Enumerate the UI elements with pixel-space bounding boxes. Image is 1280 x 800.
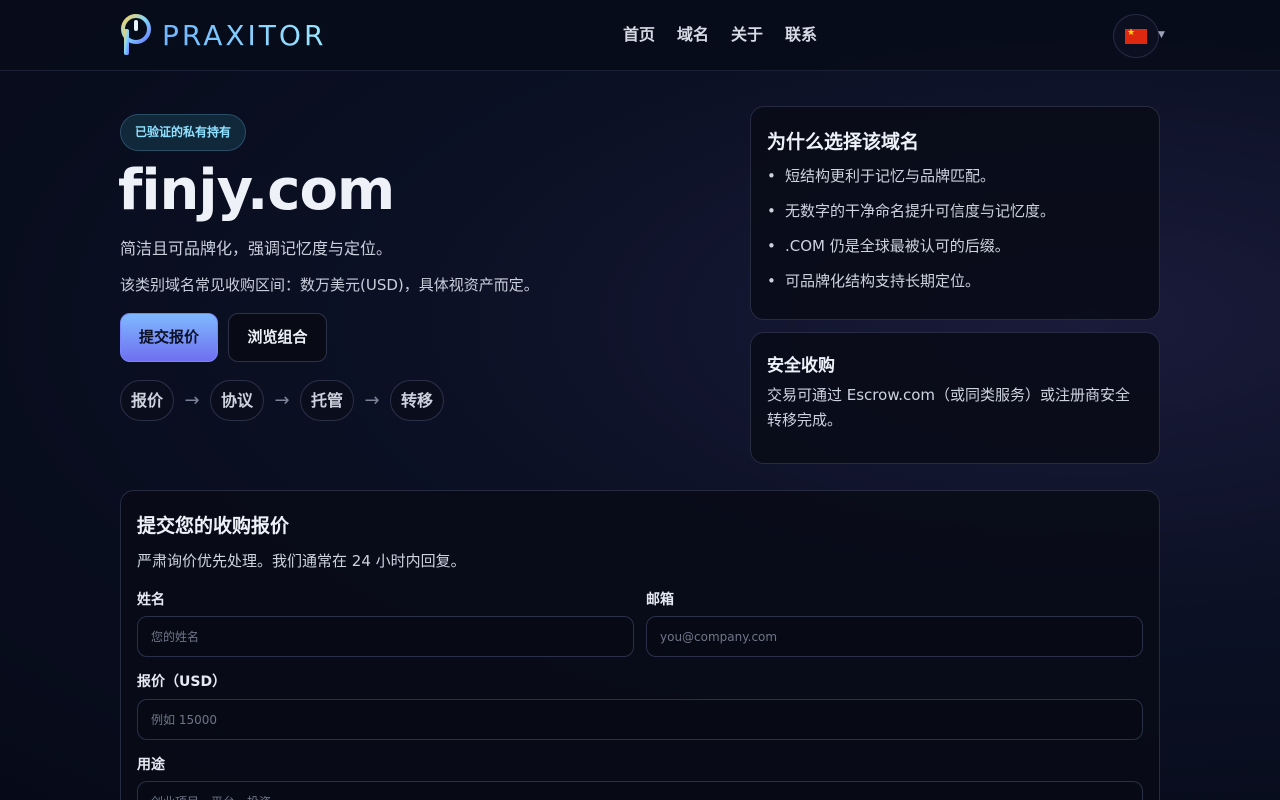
domain-title: finjy.com: [118, 158, 395, 223]
email-label: 邮箱: [646, 592, 674, 608]
list-item: 短结构更利于记忆与品牌匹配。: [767, 165, 1055, 200]
china-flag-icon: ★: [1125, 28, 1147, 44]
purpose-input[interactable]: [137, 781, 1143, 800]
list-item: 可品牌化结构支持长期定位。: [767, 270, 1055, 305]
purpose-label: 用途: [137, 757, 165, 773]
power-logo-icon: [120, 13, 154, 57]
browse-portfolio-button[interactable]: 浏览组合: [228, 313, 327, 362]
domain-tagline: 简洁且可品牌化，强调记忆度与定位。: [120, 239, 393, 258]
nav-about[interactable]: 关于: [731, 22, 763, 48]
email-input[interactable]: [646, 616, 1143, 657]
nav-domains[interactable]: 域名: [677, 22, 709, 48]
step-agreement: 协议: [210, 380, 265, 421]
brand-logo[interactable]: PRAXITOR: [120, 12, 326, 58]
arrow-right-icon: →: [184, 390, 200, 411]
form-subtitle: 严肃询价优先处理。我们通常在 24 小时内回复。: [137, 552, 466, 570]
arrow-right-icon: →: [364, 390, 380, 411]
process-steps: 报价 → 协议 → 托管 → 转移: [120, 380, 445, 421]
submit-offer-button[interactable]: 提交报价: [120, 313, 218, 362]
form-title: 提交您的收购报价: [137, 515, 290, 537]
step-transfer: 转移: [390, 380, 445, 421]
list-item: .COM 仍是全球最被认可的后缀。: [767, 235, 1055, 270]
arrow-right-icon: →: [274, 390, 290, 411]
list-item: 无数字的干净命名提升可信度与记忆度。: [767, 200, 1055, 235]
why-card-title: 为什么选择该域名: [767, 131, 920, 153]
name-input[interactable]: [137, 616, 634, 657]
offer-amount-input[interactable]: [137, 699, 1143, 740]
step-offer: 报价: [120, 380, 175, 421]
language-switcher[interactable]: ★: [1113, 14, 1159, 58]
top-header: PRAXITOR 首页 域名 关于 联系 ★ ▼: [0, 0, 1280, 71]
secure-card-text: 交易可通过 Escrow.com（或同类服务）或注册商安全转移完成。: [767, 386, 1131, 429]
step-escrow: 托管: [300, 380, 355, 421]
nav-contact[interactable]: 联系: [785, 22, 817, 48]
nav-home[interactable]: 首页: [623, 22, 655, 48]
why-list: 短结构更利于记忆与品牌匹配。 无数字的干净命名提升可信度与记忆度。 .COM 仍…: [767, 165, 1055, 305]
name-label: 姓名: [137, 592, 165, 608]
price-range-text: 该类别域名常见收购区间：数万美元(USD)，具体视资产而定。: [120, 276, 539, 294]
verified-badge: 已验证的私有持有: [120, 114, 247, 151]
secure-card-title: 安全收购: [767, 356, 835, 376]
brand-name: PRAXITOR: [162, 18, 327, 52]
chevron-down-icon[interactable]: ▼: [1158, 30, 1165, 40]
offer-label: 报价（USD）: [137, 674, 227, 690]
main-nav: 首页 域名 关于 联系: [612, 22, 828, 48]
